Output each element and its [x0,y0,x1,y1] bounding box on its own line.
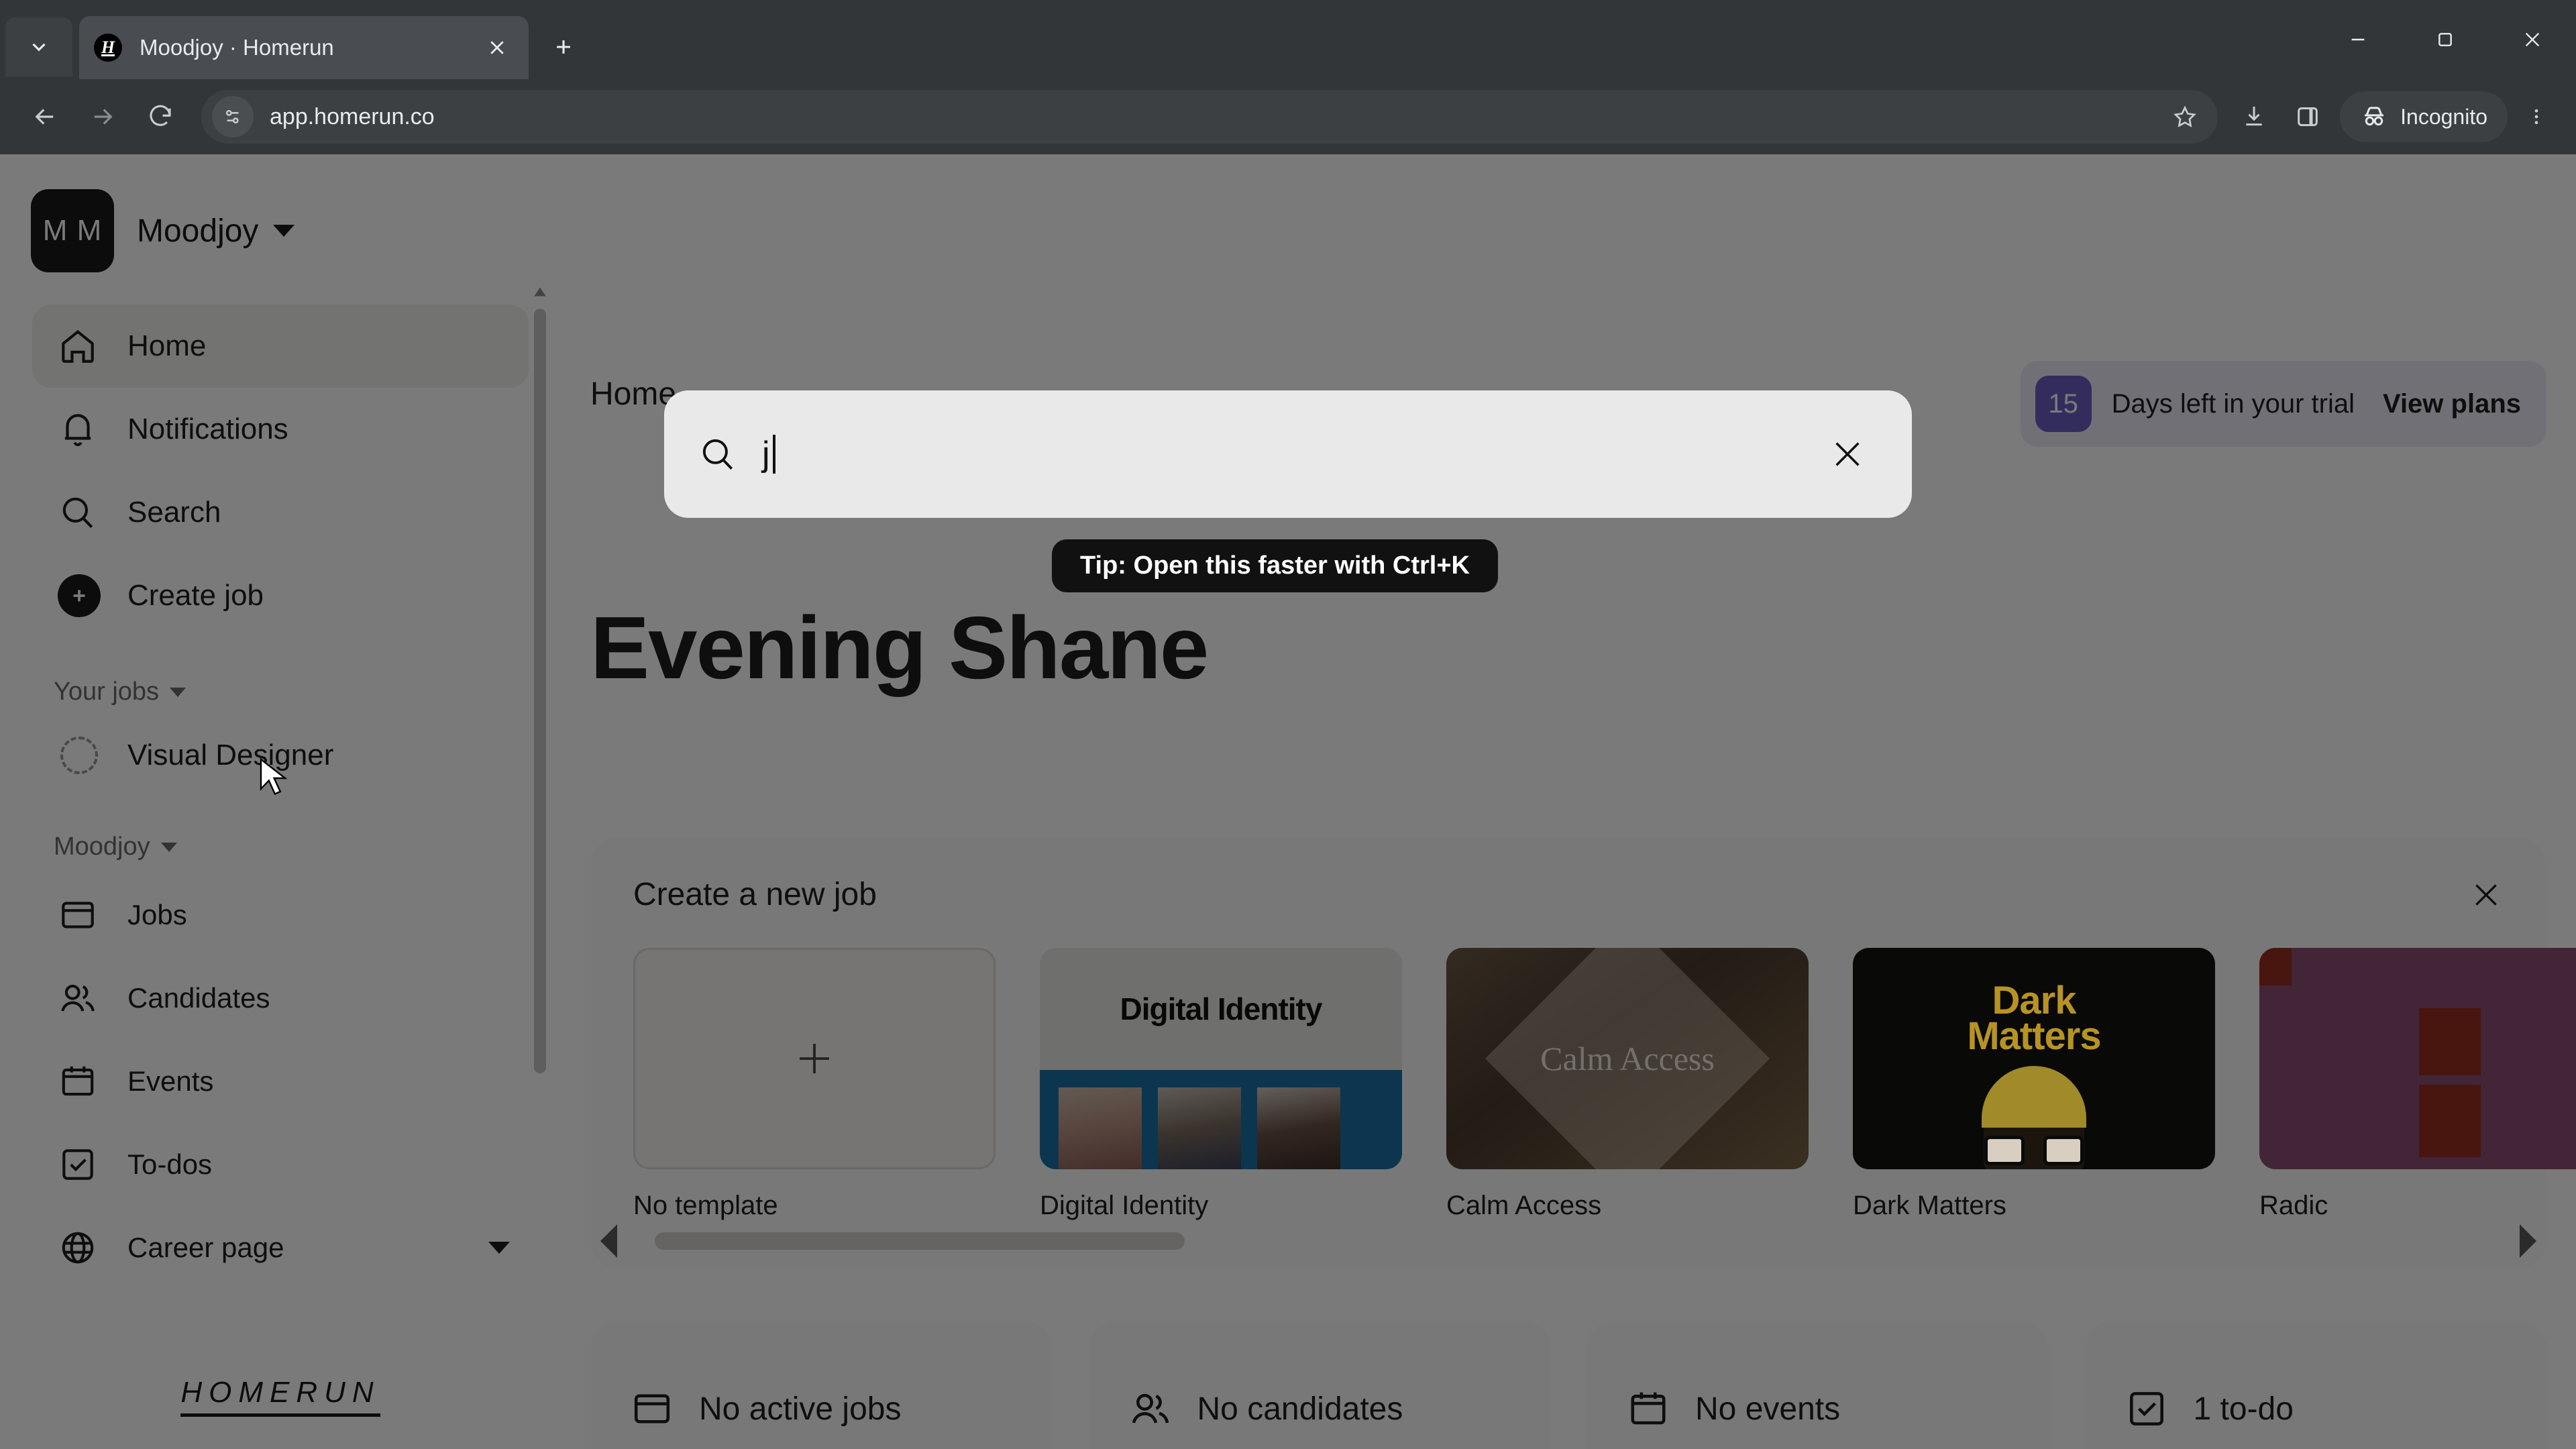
url-text: app.homerun.co [270,103,435,129]
reload-icon [150,105,171,126]
browser-tab[interactable]: H Moodjoy · Homerun [79,16,529,79]
forward-button[interactable] [74,88,131,146]
text-caret [772,435,775,474]
reload-button[interactable] [131,88,189,146]
tab-close-button[interactable] [480,31,514,64]
tab-title: Moodjoy · Homerun [140,35,334,60]
template-thumb-title-line2: Matters [1967,1014,2101,1059]
downloads-button[interactable] [2227,90,2281,144]
template-thumb-title-line1: Dark [1992,979,2077,1022]
site-settings-button[interactable] [212,96,254,138]
download-icon [2246,107,2262,126]
page-viewport: M M Moodjoy Home Notifications [0,154,2576,1449]
tab-search-button[interactable] [5,17,72,76]
close-icon [490,41,504,54]
side-panel-icon [2298,107,2318,126]
bookmark-button[interactable] [2161,93,2208,140]
window-close-button[interactable] [2489,0,2576,79]
back-button[interactable] [16,88,74,146]
browser-toolbar: app.homerun.co Incognito [0,79,2576,154]
plus-icon [557,40,570,54]
omnibox[interactable]: app.homerun.co [201,90,2218,144]
new-tab-button[interactable] [542,25,585,68]
incognito-icon [2365,107,2384,126]
window-minimize-button[interactable] [2314,0,2402,79]
maximize-icon [2438,33,2452,46]
search-input-value: j [762,435,770,474]
arrow-right-icon [94,109,113,125]
search-tip: Tip: Open this faster with Ctrl+K [1052,539,1498,592]
search-icon [694,430,742,478]
tab-favicon: H [94,34,122,62]
side-panel-button[interactable] [2281,90,2334,144]
mouse-cursor [260,758,288,796]
chevron-down-icon [32,43,46,52]
close-icon [2525,32,2540,47]
browser-tab-strip: H Moodjoy · Homerun [0,0,2576,79]
star-icon [2174,105,2196,127]
minimize-icon [2351,38,2365,41]
kebab-menu-icon [2534,109,2538,125]
browser-menu-button[interactable] [2513,88,2560,146]
close-icon [1835,442,1860,466]
site-settings-icon [225,109,239,124]
profile-label: Incognito [2400,104,2487,129]
window-maximize-button[interactable] [2402,0,2489,79]
window-controls [2314,0,2576,79]
search-clear-button[interactable] [1821,427,1874,481]
modal-scrim[interactable] [0,154,2576,1449]
search-input[interactable]: j [762,434,1821,474]
search-modal[interactable]: j [664,390,1912,518]
arrow-left-icon [35,109,54,125]
profile-chip[interactable]: Incognito [2340,91,2508,142]
